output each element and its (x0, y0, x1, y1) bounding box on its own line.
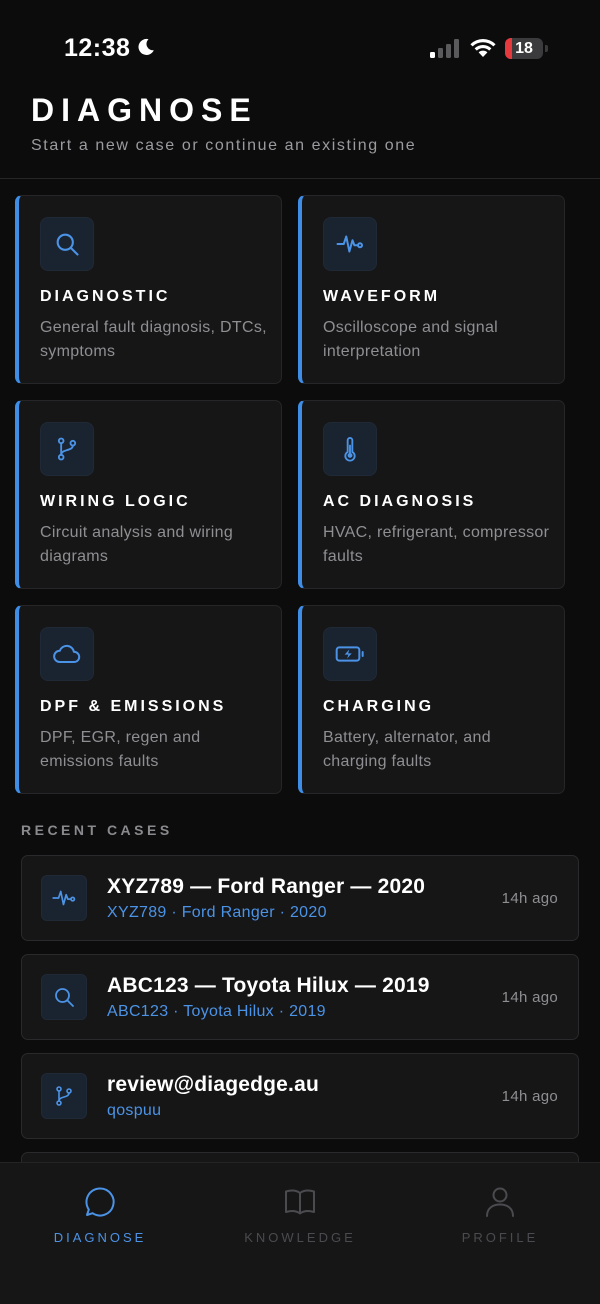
recent-case-row[interactable]: review@diagedge.au qospuu 14h ago (21, 1053, 579, 1139)
tab-diagnose[interactable]: DIAGNOSE (0, 1163, 200, 1263)
battery-indicator: 18 (505, 38, 548, 59)
case-subtitle: ABC123 · Toyota Hilux · 2019 (107, 1003, 326, 1020)
header-divider (0, 178, 600, 179)
category-card-waveform[interactable]: WAVEFORM Oscilloscope and signal interpr… (298, 195, 565, 384)
cloud-icon (53, 644, 81, 663)
category-description: DPF, EGR, regen and emissions faults (40, 729, 201, 770)
category-description: Oscilloscope and signal interpretation (323, 319, 498, 360)
git-branch-icon (56, 1086, 72, 1106)
category-card-diagnostic[interactable]: DIAGNOSTIC General fault diagnosis, DTCs… (15, 195, 282, 384)
status-bar: 12:38 18 (0, 0, 600, 96)
category-title: WIRING LOGIC (40, 493, 191, 510)
cellular-signal-icon (430, 39, 459, 58)
category-title: WAVEFORM (323, 288, 441, 305)
category-description: Battery, alternator, and charging faults (323, 729, 491, 770)
category-title: DPF & EMISSIONS (40, 698, 227, 715)
status-time: 12:38 (64, 34, 131, 62)
thermometer-icon (344, 437, 356, 462)
recent-cases-label: RECENT CASES (21, 822, 173, 838)
book-icon (285, 1189, 315, 1215)
battery-label: 18 (515, 40, 533, 57)
search-icon (56, 233, 79, 256)
category-title: DIAGNOSTIC (40, 288, 171, 305)
recent-case-row[interactable]: ABC123 — Toyota Hilux — 2019 ABC123 · To… (21, 954, 579, 1040)
wifi-icon (470, 39, 496, 57)
search-icon (55, 988, 74, 1007)
recent-case-row[interactable]: XYZ789 — Ford Ranger — 2020 XYZ789 · For… (21, 855, 579, 941)
user-icon (486, 1187, 514, 1217)
category-description: Circuit analysis and wiring diagrams (40, 524, 234, 565)
category-description: General fault diagnosis, DTCs, symptoms (40, 319, 267, 360)
case-timestamp: 14h ago (501, 989, 558, 1006)
category-title: CHARGING (323, 698, 435, 715)
tab-label: PROFILE (461, 1230, 539, 1245)
tab-label: DIAGNOSE (53, 1230, 147, 1245)
tab-profile[interactable]: PROFILE (400, 1163, 600, 1263)
page-title: DIAGNOSE (31, 92, 258, 128)
case-subtitle: qospuu (107, 1102, 162, 1119)
case-title: XYZ789 — Ford Ranger — 2020 (107, 875, 426, 898)
case-title: review@diagedge.au (107, 1073, 319, 1096)
case-timestamp: 14h ago (501, 890, 558, 907)
tab-label: KNOWLEDGE (244, 1230, 356, 1245)
waveform-icon (52, 890, 76, 906)
category-card-wiring-logic[interactable]: WIRING LOGIC Circuit analysis and wiring… (15, 400, 282, 589)
waveform-icon (336, 235, 363, 253)
case-title: ABC123 — Toyota Hilux — 2019 (107, 974, 430, 997)
chat-bubble-icon (85, 1187, 115, 1217)
category-description: HVAC, refrigerant, compressor faults (323, 524, 550, 565)
tab-knowledge[interactable]: KNOWLEDGE (200, 1163, 400, 1263)
category-card-charging[interactable]: CHARGING Battery, alternator, and chargi… (298, 605, 565, 794)
category-card-ac-diagnosis[interactable]: AC DIAGNOSIS HVAC, refrigerant, compress… (298, 400, 565, 589)
diagnose-screen: 12:38 18 DIAGNOSE Start a new case or co… (0, 0, 600, 1304)
category-card-dpf-emissions[interactable]: DPF & EMISSIONS DPF, EGR, regen and emis… (15, 605, 282, 794)
moon-icon (138, 38, 154, 55)
case-subtitle: XYZ789 · Ford Ranger · 2020 (107, 904, 327, 921)
git-branch-icon (57, 437, 77, 461)
battery-charging-icon (335, 646, 364, 662)
bottom-tab-bar: DIAGNOSE KNOWLEDGE PROFILE (0, 1162, 600, 1304)
case-timestamp: 14h ago (501, 1088, 558, 1105)
category-title: AC DIAGNOSIS (323, 493, 477, 510)
page-subtitle: Start a new case or continue an existing… (31, 137, 417, 154)
